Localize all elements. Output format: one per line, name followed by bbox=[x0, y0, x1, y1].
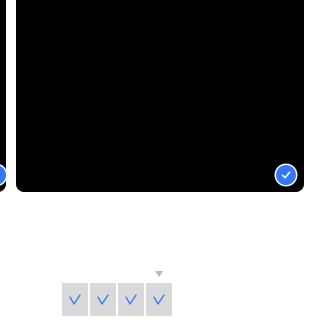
thumbnail-item[interactable] bbox=[146, 283, 172, 316]
previous-photo[interactable] bbox=[0, 0, 6, 192]
thumbnail-item[interactable] bbox=[118, 283, 144, 316]
checkmark-circle-icon[interactable] bbox=[276, 165, 296, 185]
checkmark-icon bbox=[281, 171, 291, 179]
checkmark-icon bbox=[69, 293, 81, 305]
photo-picker-viewer bbox=[0, 0, 320, 320]
thumbnail-strip bbox=[62, 283, 172, 316]
thumbnail-item[interactable] bbox=[90, 283, 116, 316]
triangle-down-icon bbox=[155, 271, 163, 277]
current-photo[interactable] bbox=[16, 0, 304, 192]
checkmark-icon bbox=[97, 293, 109, 305]
checkmark-icon bbox=[125, 293, 137, 305]
thumbnail-item[interactable] bbox=[62, 283, 88, 316]
checkmark-icon bbox=[153, 293, 165, 305]
